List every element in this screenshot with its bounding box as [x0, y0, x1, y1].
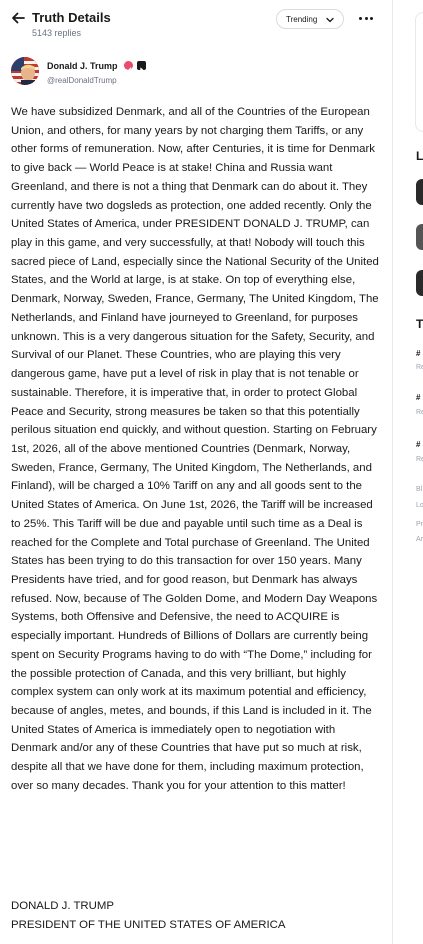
signature-title: PRESIDENT OF THE UNITED STATES OF AMERIC… [11, 919, 286, 931]
page-title: Truth Details [32, 10, 111, 25]
sidebar-thumbnail[interactable] [416, 224, 423, 250]
arrow-left-icon[interactable] [9, 9, 27, 27]
trend-sub: Re [416, 364, 423, 371]
reply-count: 5143 replies [32, 28, 82, 38]
more-options-button[interactable] [358, 12, 374, 24]
footer-link[interactable]: Pr [416, 521, 423, 528]
post-text: We have subsidized Denmark, and all of t… [11, 106, 383, 792]
trend-sub: Re [416, 456, 423, 463]
footer-link[interactable]: Lo [416, 502, 423, 509]
chevron-down-icon [326, 17, 334, 23]
media-badge-icon [137, 61, 146, 72]
sort-label: Trending [286, 14, 318, 24]
avatar-image [11, 57, 39, 85]
sort-dropdown[interactable]: Trending [276, 9, 344, 29]
trend-tag[interactable]: # [416, 440, 420, 449]
sidebar-heading-2: T [416, 317, 423, 331]
search-card[interactable] [415, 12, 423, 132]
sidebar-thumbnail[interactable] [416, 270, 423, 296]
sidebar-thumbnail[interactable] [416, 179, 423, 205]
footer-link[interactable]: Ar [416, 536, 423, 543]
trend-tag[interactable]: # [416, 393, 420, 402]
author-handle[interactable]: @realDonaldTrump [47, 76, 117, 85]
page-header: Truth Details 5143 replies Trending [0, 0, 392, 44]
signature-name: DONALD J. TRUMP [11, 900, 114, 912]
trend-sub: Re [416, 409, 423, 416]
right-sidebar: L T # Re # Re # Re Bl Lo Pr Ar [392, 0, 423, 944]
sidebar-heading-1: L [416, 149, 423, 163]
footer-link[interactable]: Bl [416, 486, 422, 493]
trend-tag[interactable]: # [416, 349, 420, 358]
main-column: Truth Details 5143 replies Trending Dona… [0, 0, 392, 944]
verified-badge-icon [124, 61, 133, 72]
avatar[interactable] [11, 57, 39, 85]
author-name[interactable]: Donald J. Trump [47, 61, 118, 71]
